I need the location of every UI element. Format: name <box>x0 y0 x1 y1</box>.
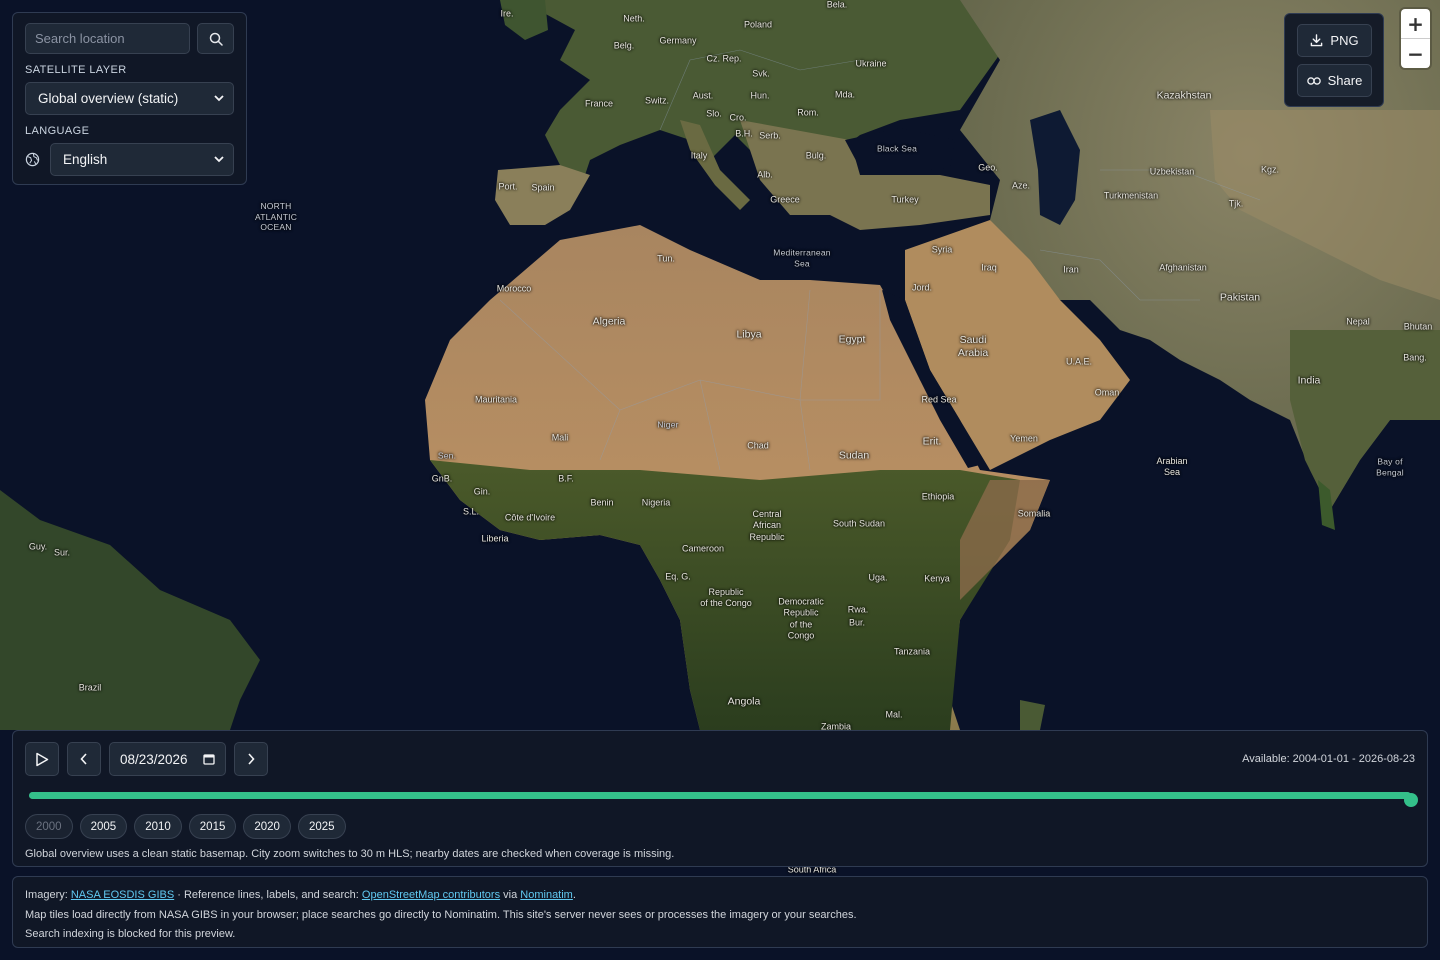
zoom-control: + − <box>1401 9 1430 68</box>
attribution-end: . <box>572 889 576 901</box>
year-chip-2005[interactable]: 2005 <box>79 814 128 839</box>
chevron-down-icon <box>214 95 224 102</box>
attribution-panel: Imagery: NASA EOSDIS GIBS · Reference li… <box>12 876 1428 948</box>
search-button[interactable] <box>197 23 234 54</box>
chevron-down-icon <box>214 156 224 163</box>
nasa-gibs-link[interactable]: NASA EOSDIS GIBS <box>71 889 174 901</box>
chevron-left-icon <box>80 753 87 765</box>
satellite-layer-label: SATELLITE LAYER <box>25 64 127 76</box>
search-icon <box>209 32 223 46</box>
slider-thumb[interactable] <box>1404 793 1418 807</box>
search-row <box>25 23 234 54</box>
imagery-prefix: Imagery: <box>25 889 71 901</box>
calendar-icon[interactable] <box>203 753 215 765</box>
year-chip-2010[interactable]: 2010 <box>134 814 182 839</box>
language-label: LANGUAGE <box>25 125 90 137</box>
export-panel: PNG Share <box>1284 13 1384 107</box>
control-panel: SATELLITE LAYER Global overview (static)… <box>12 12 247 185</box>
language-select[interactable]: English <box>50 143 234 176</box>
date-slider[interactable] <box>25 787 1418 807</box>
previous-date-button[interactable] <box>67 742 101 776</box>
timeline-controls: 08/23/2026 Available: 2004-01-01 - 2026-… <box>25 742 1415 776</box>
osm-link[interactable]: OpenStreetMap contributors <box>362 889 500 901</box>
zoom-in-button[interactable]: + <box>1401 9 1430 38</box>
language-row: English <box>25 143 234 176</box>
via-text: via <box>500 889 521 901</box>
globe-icon <box>25 152 40 167</box>
timeline-panel: 08/23/2026 Available: 2004-01-01 - 2026-… <box>12 730 1428 867</box>
link-icon <box>1306 76 1321 85</box>
language-value: English <box>63 152 108 167</box>
timeline-note: Global overview uses a clean static base… <box>25 848 675 860</box>
play-button[interactable] <box>25 742 59 776</box>
year-chip-2020[interactable]: 2020 <box>243 814 291 839</box>
date-value: 08/23/2026 <box>120 751 188 767</box>
attribution-line-3: Search indexing is blocked for this prev… <box>25 928 236 940</box>
slider-fill <box>29 792 1411 799</box>
next-date-button[interactable] <box>234 742 268 776</box>
zoom-out-button[interactable]: − <box>1401 38 1430 68</box>
satellite-layer-value: Global overview (static) <box>38 91 179 106</box>
search-input[interactable] <box>25 23 190 54</box>
satellite-layer-select[interactable]: Global overview (static) <box>25 82 234 115</box>
slider-track[interactable] <box>29 792 1418 807</box>
date-input[interactable]: 08/23/2026 <box>109 742 226 776</box>
share-label: Share <box>1327 73 1363 88</box>
chevron-right-icon <box>248 753 255 765</box>
available-range: Available: 2004-01-01 - 2026-08-23 <box>1242 753 1415 765</box>
play-icon <box>36 752 49 766</box>
share-button[interactable]: Share <box>1297 64 1372 97</box>
year-chip-2025[interactable]: 2025 <box>297 814 346 839</box>
year-chip-2015[interactable]: 2015 <box>188 814 237 839</box>
reference-text: · Reference lines, labels, and search: <box>174 889 362 901</box>
attribution-line-2: Map tiles load directly from NASA GIBS i… <box>25 908 857 921</box>
year-shortcuts: 2000 2005 2010 2015 2020 2025 <box>25 814 1415 839</box>
png-export-label: PNG <box>1330 33 1359 48</box>
attribution-line-1: Imagery: NASA EOSDIS GIBS · Reference li… <box>25 886 1415 906</box>
download-icon <box>1311 34 1323 47</box>
nominatim-link[interactable]: Nominatim <box>520 889 573 901</box>
png-export-button[interactable]: PNG <box>1297 24 1372 57</box>
year-chip-2000: 2000 <box>25 814 73 839</box>
